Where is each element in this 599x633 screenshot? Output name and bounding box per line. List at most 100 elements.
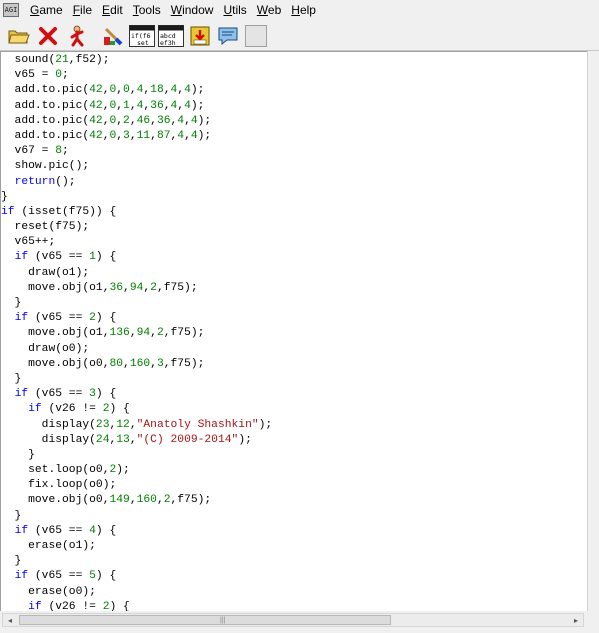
code-token: , bbox=[150, 114, 157, 127]
code-token: ); bbox=[116, 464, 130, 477]
speech-bubble-icon[interactable] bbox=[216, 24, 240, 48]
code-line: draw(o0); bbox=[1, 342, 587, 357]
menu-label-rest: tils bbox=[232, 2, 247, 17]
code-token: , bbox=[129, 327, 137, 340]
code-token-num: 18 bbox=[150, 84, 164, 97]
running-man-icon[interactable] bbox=[65, 24, 89, 48]
menu-accel: U bbox=[223, 2, 233, 17]
code-line: draw(o1); bbox=[1, 266, 587, 281]
menu-label-rest: ools bbox=[138, 2, 161, 17]
app-logo-icon[interactable]: AGI bbox=[3, 2, 19, 17]
code-token-kw: if bbox=[1, 205, 15, 218]
code-token: , bbox=[184, 129, 191, 142]
code-text[interactable]: sound(21,f52); v65 = 0; add.to.pic(42,0,… bbox=[1, 52, 587, 611]
code-token: ) { bbox=[95, 524, 117, 537]
code-token-num: 1 bbox=[123, 99, 130, 112]
open-folder-icon[interactable] bbox=[7, 24, 31, 48]
code-line: add.to.pic(42,0,3,11,87,4,4); bbox=[1, 129, 587, 144]
horizontal-scroll-thumb[interactable]: ||| bbox=[19, 615, 391, 625]
code-token-str: "(C) 2009-2014" bbox=[136, 433, 239, 446]
code-token: , bbox=[123, 357, 130, 370]
scroll-right-icon[interactable]: ▸ bbox=[570, 615, 582, 625]
code-line: display(24,13,"(C) 2009-2014"); bbox=[1, 433, 587, 448]
vertical-scrollbar[interactable] bbox=[587, 51, 599, 611]
menu-items: Game File Edit Tools Window Utils Web Help bbox=[25, 3, 321, 17]
menu-file[interactable]: File bbox=[68, 3, 97, 17]
code-token-kw: if bbox=[14, 312, 29, 325]
code-token-num: 42 bbox=[89, 99, 103, 112]
code-line: erase(o1); bbox=[1, 539, 587, 554]
code-token: } bbox=[1, 509, 22, 522]
code-token: , bbox=[129, 84, 137, 97]
code-token: fix.loop(o0); bbox=[1, 479, 117, 492]
menu-label-rest: indow bbox=[182, 2, 214, 17]
code-token-num: 13 bbox=[116, 433, 130, 446]
code-token-num: 2 bbox=[123, 114, 130, 127]
code-token: , bbox=[129, 114, 137, 127]
code-token: , bbox=[129, 433, 137, 446]
code-token: move.obj(o0, bbox=[1, 357, 110, 370]
code-token-num: 42 bbox=[89, 84, 103, 97]
code-token-num: 21 bbox=[55, 54, 69, 66]
code-editor[interactable]: sound(21,f52); v65 = 0; add.to.pic(42,0,… bbox=[0, 51, 587, 611]
code-line: move.obj(o1,136,94,2,f75); bbox=[1, 326, 587, 341]
code-token: ); bbox=[190, 99, 205, 112]
code-token: (v65 == bbox=[28, 251, 90, 264]
code-token-kw: if bbox=[14, 570, 29, 583]
blank-icon[interactable] bbox=[245, 25, 267, 47]
horizontal-scrollbar[interactable]: ◂ ||| ▸ bbox=[2, 613, 584, 627]
code-token: move.obj(o0, bbox=[1, 494, 110, 507]
menu-game[interactable]: Game bbox=[25, 3, 68, 17]
code-token-num: 46 bbox=[136, 114, 151, 127]
code-token: ); bbox=[190, 84, 205, 97]
code-token: display( bbox=[1, 418, 96, 431]
code-line: add.to.pic(42,0,1,4,36,4,4); bbox=[1, 99, 587, 114]
svg-text:set: set bbox=[137, 39, 149, 47]
code-line: move.obj(o0,149,160,2,f75); bbox=[1, 493, 587, 508]
save-icon[interactable] bbox=[188, 24, 212, 48]
code-token: (v26 != bbox=[41, 600, 103, 611]
code-line: if (v65 == 1) { bbox=[1, 250, 587, 265]
code-token: , bbox=[129, 418, 137, 431]
code-token-num: 4 bbox=[89, 524, 96, 537]
code-token-kw: if bbox=[14, 388, 29, 401]
code-token: draw(o1); bbox=[1, 266, 90, 279]
menu-label-rest: ile bbox=[80, 2, 93, 17]
menu-window[interactable]: Window bbox=[166, 3, 219, 17]
menu-web[interactable]: Web bbox=[252, 3, 286, 17]
paint-icon[interactable] bbox=[101, 24, 125, 48]
scroll-left-icon[interactable]: ◂ bbox=[4, 615, 16, 625]
code-token: , bbox=[129, 494, 137, 507]
code-token-num: 5 bbox=[89, 570, 96, 583]
code-token-kw: if bbox=[14, 251, 29, 264]
code-line: } bbox=[1, 509, 587, 524]
code-token-num: 94 bbox=[136, 327, 151, 340]
code-line: v65++; bbox=[1, 235, 587, 250]
code-token-num: 4 bbox=[190, 114, 198, 127]
code-line: if (v65 == 5) { bbox=[1, 569, 587, 584]
text-view-icon[interactable]: abcd ef3h bbox=[158, 24, 184, 48]
code-token-num: 87 bbox=[156, 129, 171, 142]
close-x-icon[interactable] bbox=[36, 24, 60, 48]
code-token: move.obj(o1, bbox=[1, 281, 110, 294]
code-token-num: 2 bbox=[89, 312, 96, 325]
menu-tools[interactable]: Tools bbox=[128, 3, 166, 17]
code-token-num: 80 bbox=[109, 357, 124, 370]
code-line: erase(o0); bbox=[1, 585, 587, 600]
menu-edit[interactable]: Edit bbox=[97, 3, 128, 17]
code-token: , bbox=[150, 129, 157, 142]
menu-utils[interactable]: Utils bbox=[218, 3, 251, 17]
code-token: add.to.pic( bbox=[1, 99, 90, 112]
code-token-num: 24 bbox=[95, 433, 110, 446]
logic-view-icon[interactable]: if(f6 set bbox=[129, 24, 155, 48]
code-line: if (v26 != 2) { bbox=[1, 600, 587, 611]
code-token: show.pic(); bbox=[1, 160, 90, 173]
menu-label-rest: elp bbox=[299, 2, 316, 17]
code-token: (); bbox=[55, 175, 76, 188]
code-token: v65 = bbox=[1, 69, 56, 82]
code-token-num: 94 bbox=[129, 281, 144, 294]
menu-help[interactable]: Help bbox=[286, 3, 321, 17]
